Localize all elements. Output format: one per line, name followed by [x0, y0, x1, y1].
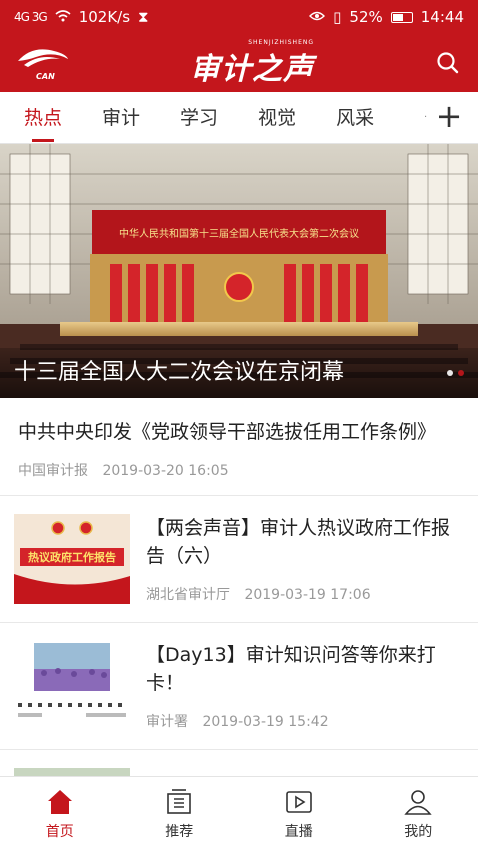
news-title: 【Day13】审计知识问答等你来打卡！ [146, 644, 436, 694]
search-button[interactable] [432, 47, 464, 79]
nav-label: 直播 [284, 823, 313, 840]
tab-style[interactable]: 风采 [336, 92, 374, 144]
news-source: 审计署 [146, 714, 188, 730]
banner-caption: 十三届全国人大二次会议在京闭幕 [0, 348, 478, 398]
news-item[interactable]: 中共中央印发《党政领导干部选拔任用工作条例》 中国审计报 2019-03-20 … [0, 398, 478, 496]
tab-overflow-dot: · [424, 112, 428, 123]
news-item[interactable]: 热议政府工作报告 【两会声音】审计人热议政府工作报告（六） 湖北省审计厅 201… [0, 496, 478, 623]
nav-label: 推荐 [165, 823, 194, 840]
tab-visual[interactable]: 视觉 [258, 92, 296, 144]
news-body: 【两会声音】审计人热议政府工作报告（六） 湖北省审计厅 2019-03-19 1… [146, 514, 464, 622]
news-time: 2019-03-19 15:42 [202, 714, 329, 730]
news-time: 2019-03-19 17:06 [244, 587, 371, 603]
hourglass-icon: ⧗ [138, 8, 149, 26]
status-right: ▯ 52% 14:44 [309, 8, 464, 26]
network-speed: 102K/s [78, 8, 131, 26]
plus-icon: + [435, 97, 463, 135]
tab-study[interactable]: 学习 [180, 92, 218, 144]
news-meta: 审计署 2019-03-19 15:42 [146, 711, 464, 731]
nav-label: 我的 [404, 823, 433, 840]
profile-icon [404, 789, 432, 815]
news-body: 【Day13】审计知识问答等你来打卡！ 审计署 2019-03-19 15:42 [146, 641, 464, 749]
wifi-icon [55, 8, 71, 26]
news-thumbnail: 热议政府工作报告 [14, 514, 130, 604]
news-item[interactable]: 【Day13】审计知识问答等你来打卡！ 审计署 2019-03-19 15:42 [0, 623, 478, 750]
category-tabs: 热点 审计 学习 视觉 风采 · + [0, 92, 478, 144]
status-bar: 4G 3G 102K/s ⧗ ▯ 52% 14:44 [0, 0, 478, 34]
battery-percent: 52% [349, 8, 383, 26]
clock: 14:44 [420, 8, 464, 26]
nav-recommend[interactable]: 推荐 [120, 777, 240, 850]
news-meta: 湖北省审计厅 2019-03-19 17:06 [146, 584, 464, 604]
carousel-indicator [447, 370, 464, 376]
carousel-dot [447, 370, 453, 376]
recommend-icon [167, 788, 192, 814]
battery-icon [390, 11, 413, 23]
home-icon [47, 789, 72, 814]
thumbnail-text: 热议政府工作报告 [28, 550, 116, 564]
tab-hot[interactable]: 热点 [24, 92, 62, 144]
logo-text: CAN [36, 72, 55, 81]
news-meta: 中国审计报 2019-03-20 16:05 [18, 460, 460, 480]
nav-home[interactable]: 首页 [0, 777, 120, 850]
news-title: 【两会声音】审计人热议政府工作报告（六） [146, 517, 451, 567]
status-left: 4G 3G 102K/s ⧗ [14, 8, 149, 26]
carousel-dot-active [458, 370, 464, 376]
add-tab-button[interactable]: + [434, 100, 464, 132]
app-header: CAN SHENJIZHISHENG 审计之声 [0, 34, 478, 92]
brand-title: 审计之声 [190, 51, 314, 87]
nav-live[interactable]: 直播 [239, 777, 359, 850]
banner-carousel[interactable]: 中华人民共和国第十三届全国人民代表大会第二次会议 十三届全国人大二次会议在京闭幕 [0, 144, 478, 398]
tab-audit[interactable]: 审计 [102, 92, 140, 144]
news-title: 中共中央印发《党政领导干部选拔任用工作条例》 [18, 421, 437, 443]
banner-screen-text: 中华人民共和国第十三届全国人民代表大会第二次会议 [119, 227, 359, 240]
search-icon [437, 52, 459, 74]
bottom-nav: 首页 推荐 直播 我的 [0, 776, 478, 850]
nav-profile[interactable]: 我的 [359, 777, 478, 850]
brand: SHENJIZHISHENG 审计之声 [190, 39, 314, 88]
live-icon [285, 790, 312, 813]
signal-icon: 4G 3G [14, 10, 48, 24]
nav-label: 首页 [45, 823, 74, 840]
news-source: 中国审计报 [18, 463, 88, 479]
news-thumbnail [14, 641, 130, 731]
vibrate-icon: ▯ [333, 8, 342, 26]
news-source: 湖北省审计厅 [146, 587, 230, 603]
can-logo: CAN [14, 43, 72, 83]
eye-icon [309, 8, 326, 26]
news-time: 2019-03-20 16:05 [102, 463, 229, 479]
